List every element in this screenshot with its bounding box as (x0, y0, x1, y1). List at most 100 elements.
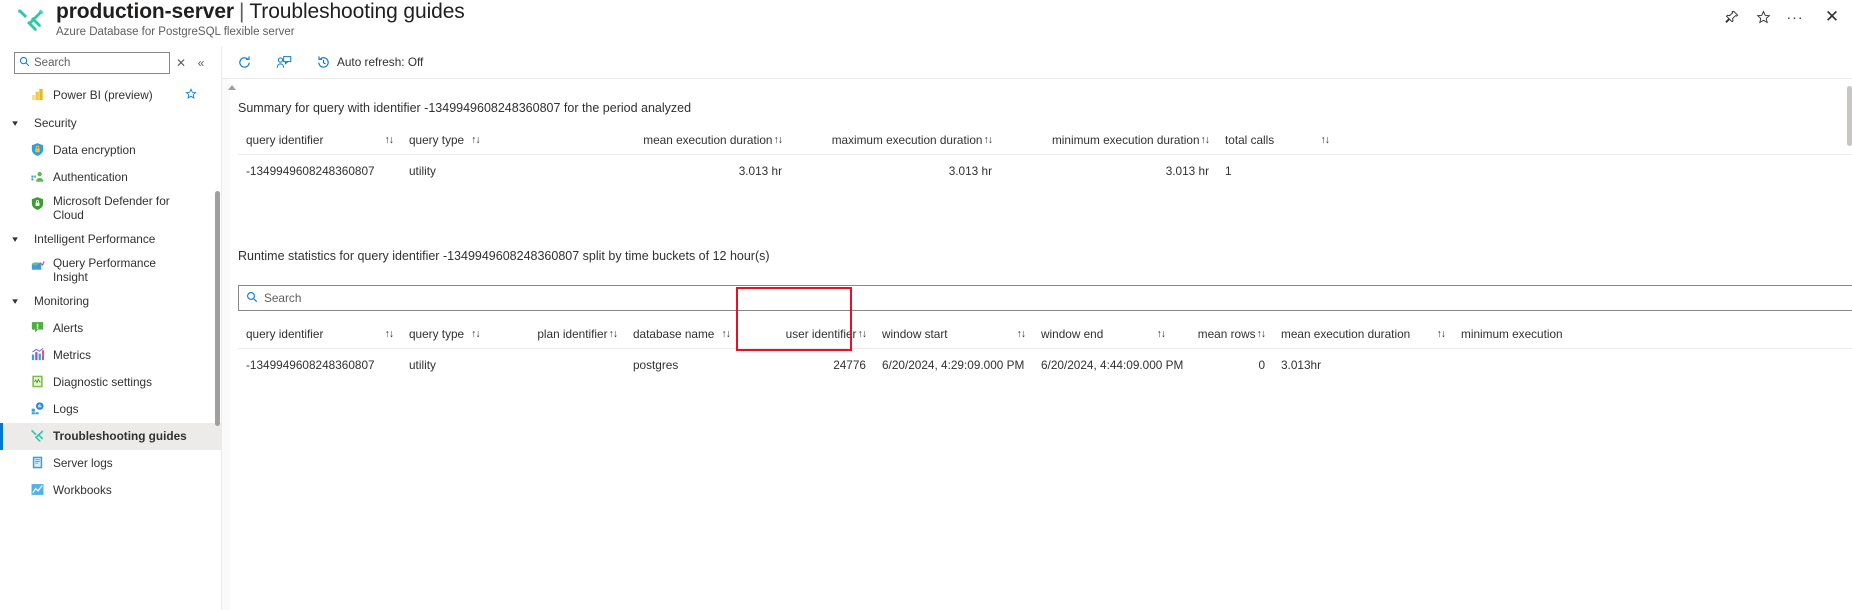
column-header-mean-execution-duration[interactable]: mean execution duration ↑↓ (514, 127, 790, 155)
column-header-database-name[interactable]: database name ↑↓ (625, 321, 762, 349)
runtime-table-header-row: query identifier ↑↓ query type ↑↓ plan ide… (238, 321, 1852, 349)
sidebar-item-server-logs[interactable]: Server logs (0, 450, 221, 477)
sort-icon: ↑↓ (471, 134, 480, 146)
sidebar-item-workbooks[interactable]: Workbooks (0, 477, 221, 504)
resource-name: production-server (56, 0, 234, 23)
sidebar-collapse-chevrons-icon[interactable]: « (192, 52, 210, 74)
cell-query-type: utility (409, 164, 436, 178)
cell-mean-execution-duration: 3.013hr (1281, 358, 1322, 372)
sidebar-search-row: ✕ « (0, 46, 221, 80)
sidebar-item-label: Logs (53, 402, 79, 416)
close-icon[interactable]: ✕ (1812, 2, 1852, 32)
sidebar-item-metrics[interactable]: Metrics (0, 342, 221, 369)
column-header-minimum-execution-duration[interactable]: minimum execution duration ↑↓ (1000, 127, 1217, 155)
sidebar-item-alerts[interactable]: Alerts (0, 315, 221, 342)
sidebar-scrollbar-thumb[interactable] (215, 191, 220, 426)
sidebar-item-query-performance-insight[interactable]: Query Performance Insight (0, 253, 221, 287)
sidebar-group-intelligent-performance[interactable]: ▾ Intelligent Performance (0, 225, 221, 253)
server-logs-book-icon (30, 455, 45, 470)
main-scrollbar-thumb[interactable] (1847, 86, 1852, 146)
sort-icon: ↑↓ (983, 134, 993, 146)
column-header-minimum-execution[interactable]: minimum execution (1453, 321, 1852, 349)
cell-total-calls: 1 (1225, 164, 1232, 178)
blade-name: Troubleshooting guides (249, 0, 465, 23)
content-left-gutter (222, 79, 236, 610)
header-actions: ··· ✕ (1716, 2, 1852, 32)
table-row[interactable]: -1349949608248360807 utility postgres 24… (238, 349, 1852, 382)
summary-table-header-row: query identifier ↑↓ query type ↑↓ mean exe… (238, 127, 1852, 155)
runtime-search-input[interactable] (264, 291, 664, 305)
pin-icon[interactable] (1716, 2, 1746, 32)
workbooks-icon (30, 482, 45, 497)
blade-body: ✕ « Power BI (preview) ▾ Security (0, 46, 1852, 610)
column-header-plan-identifier[interactable]: plan identifier ↑↓ (509, 321, 625, 349)
runtime-table-search-box[interactable] (238, 285, 1852, 311)
summary-section: Summary for query with identifier -13499… (230, 79, 1852, 187)
cell-maximum-execution-duration: 3.013 hr (948, 164, 992, 178)
more-options-icon[interactable]: ··· (1780, 2, 1810, 32)
scroll-up-arrow-icon[interactable] (228, 85, 236, 90)
sidebar-search-input[interactable] (34, 57, 154, 69)
sidebar-item-logs[interactable]: Logs (0, 396, 221, 423)
sidebar-item-label: Data encryption (53, 143, 136, 157)
cell-database-name: postgres (633, 358, 679, 372)
column-header-maximum-execution-duration[interactable]: maximum execution duration ↑↓ (790, 127, 1000, 155)
column-header-window-start[interactable]: window start ↑↓ (874, 321, 1033, 349)
cell-window-end: 6/20/2024, 4:44:09.000 PM (1041, 358, 1184, 372)
shield-lock-icon (30, 142, 45, 157)
column-header-mean-rows[interactable]: mean rows ↑↓ (1173, 321, 1273, 349)
troubleshooting-icon (30, 428, 45, 443)
sidebar-item-diagnostic-settings[interactable]: Diagnostic settings (0, 369, 221, 396)
clock-history-icon (316, 55, 331, 70)
summary-section-title: Summary for query with identifier -13499… (238, 101, 692, 115)
sidebar-search-clear-icon[interactable]: ✕ (172, 52, 190, 74)
column-header-query-type[interactable]: query type ↑↓ (401, 127, 514, 155)
sidebar-group-label: Intelligent Performance (34, 232, 156, 246)
sidebar-item-data-encryption[interactable]: Data encryption (0, 137, 221, 164)
column-header-total-calls[interactable]: total calls ↑↓ (1217, 127, 1337, 155)
sidebar-item-power-bi[interactable]: Power BI (preview) (0, 82, 221, 109)
sidebar-item-label: Authentication (53, 170, 128, 184)
diagnostic-settings-icon (30, 374, 45, 389)
sort-icon: ↑↓ (773, 134, 783, 146)
refresh-button[interactable] (230, 49, 265, 76)
sidebar-item-authentication[interactable]: Authentication (0, 164, 221, 191)
cell-mean-execution-duration: 3.013 hr (738, 164, 782, 178)
cell-minimum-execution-duration: 3.013 hr (1165, 164, 1209, 178)
search-icon (19, 56, 30, 70)
favorite-star-icon[interactable] (1748, 2, 1778, 32)
sort-icon: ↑↓ (471, 328, 480, 340)
feedback-button[interactable] (269, 49, 305, 76)
table-row[interactable]: -1349949608248360807 utility 3.013 hr 3.… (238, 155, 1852, 188)
auto-refresh-button[interactable]: Auto refresh: Off (309, 49, 430, 76)
search-icon (246, 291, 258, 306)
sort-icon: ↑↓ (857, 328, 867, 340)
command-bar: Auto refresh: Off (222, 46, 1852, 79)
column-header-query-identifier[interactable]: query identifier ↑↓ (238, 321, 401, 349)
column-header-window-end[interactable]: window end ↑↓ (1033, 321, 1173, 349)
sort-icon: ↑↓ (1200, 134, 1210, 146)
sort-icon: ↑↓ (1016, 328, 1026, 340)
chevron-down-icon: ▾ (12, 295, 18, 306)
sidebar-group-security[interactable]: ▾ Security (0, 109, 221, 137)
cell-query-type: utility (409, 358, 436, 372)
cell-query-identifier: -1349949608248360807 (246, 164, 375, 178)
column-header-query-identifier[interactable]: query identifier ↑↓ (238, 127, 401, 155)
summary-table: query identifier ↑↓ query type ↑↓ mean exe… (238, 127, 1852, 187)
sidebar-group-monitoring[interactable]: ▾ Monitoring (0, 287, 221, 315)
column-header-mean-execution-duration[interactable]: mean execution duration ↑↓ (1273, 321, 1453, 349)
sidebar-search-box[interactable] (14, 52, 170, 74)
defender-shield-icon (30, 196, 45, 211)
sidebar-item-microsoft-defender-for-cloud[interactable]: Microsoft Defender for Cloud (0, 191, 221, 225)
chevron-down-icon: ▾ (12, 233, 18, 244)
cell-mean-rows: 0 (1258, 358, 1265, 372)
column-header-query-type[interactable]: query type ↑↓ (401, 321, 509, 349)
sidebar-item-troubleshooting-guides[interactable]: Troubleshooting guides (0, 423, 221, 450)
feedback-person-icon (276, 55, 292, 70)
cell-plan-identifier (509, 349, 625, 382)
runtime-section-header: Runtime statistics for query identifier … (238, 242, 1852, 270)
favorite-star-icon[interactable] (185, 88, 197, 103)
column-header-user-identifier[interactable]: user identifier ↑↓ (762, 321, 874, 349)
cell-query-identifier: -1349949608248360807 (246, 358, 375, 372)
runtime-statistics-section: Runtime statistics for query identifier … (230, 242, 1852, 381)
